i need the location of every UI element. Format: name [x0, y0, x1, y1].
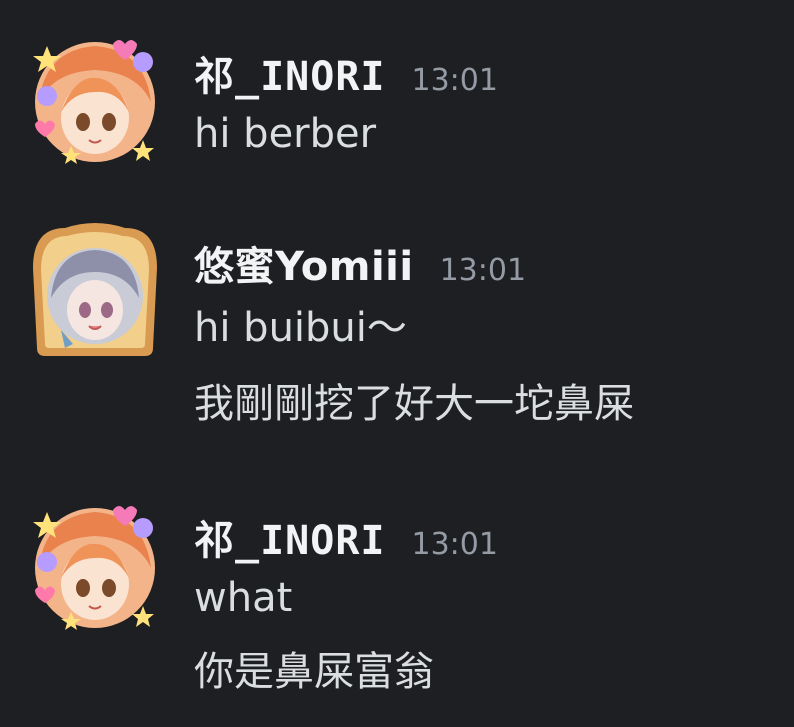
anime-girl-toast-frame-avatar-icon — [33, 223, 157, 356]
message-text: 你是鼻屎富翁 — [194, 649, 434, 695]
anime-girl-orange-hair-avatar-icon — [33, 506, 155, 630]
message-text: 我剛剛挖了好大一坨鼻屎 — [194, 381, 634, 427]
avatar[interactable] — [25, 220, 165, 360]
chat-message-list: 祁_INORI 13:01 hi berber 悠蜜Yomiii 13:01 h… — [0, 0, 794, 727]
message-text: hi berber — [194, 111, 377, 157]
timestamp[interactable]: 13:01 — [412, 63, 498, 98]
message-text: hi buibui～ — [194, 305, 407, 351]
avatar[interactable] — [25, 32, 165, 172]
username[interactable]: 祁_INORI — [194, 44, 386, 102]
avatar[interactable] — [25, 498, 165, 638]
anime-girl-orange-hair-avatar-icon — [33, 40, 155, 164]
username[interactable]: 祁_INORI — [194, 508, 386, 566]
message-header: 祁_INORI 13:01 — [194, 508, 498, 566]
message-header: 祁_INORI 13:01 — [194, 44, 498, 102]
timestamp[interactable]: 13:01 — [412, 527, 498, 562]
timestamp[interactable]: 13:01 — [440, 253, 526, 288]
message-header: 悠蜜Yomiii 13:01 — [194, 234, 526, 292]
username[interactable]: 悠蜜Yomiii — [194, 234, 414, 292]
message-text: what — [194, 575, 293, 621]
